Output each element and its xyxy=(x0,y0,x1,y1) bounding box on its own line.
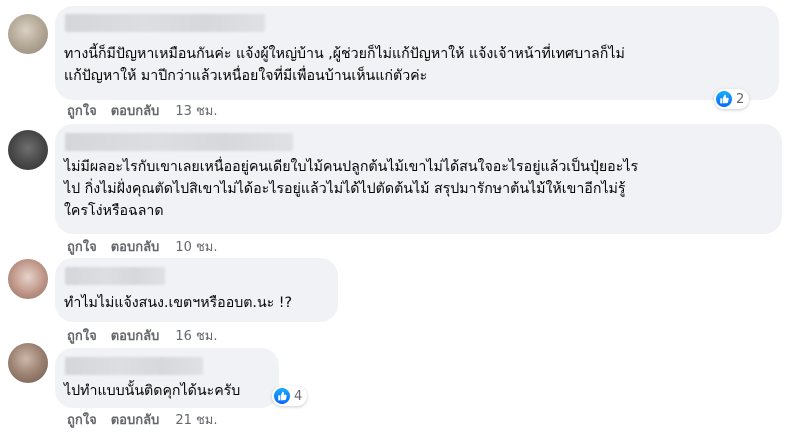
comment-feed: ทางนี้ก็มีปัญหาเหมือนกันค่ะ แจ้งผู้ใหญ่บ… xyxy=(0,0,800,433)
reply-button[interactable]: ตอบกลับ xyxy=(111,409,160,430)
reply-button[interactable]: ตอบกลับ xyxy=(111,100,160,121)
commenter-name-redacted[interactable] xyxy=(65,133,293,151)
reaction-count: 2 xyxy=(736,91,745,107)
comment-text-line: ไปทำแบบนั้นติดคุกได้นะครับ xyxy=(64,383,241,399)
comment-text-line: ไม่มีผลอะไรกับเขาเลยเหนื่ออยู่คนเดียใบไม… xyxy=(64,159,639,175)
commenter-name-redacted[interactable] xyxy=(65,357,203,375)
comment-text-line: ทำไมไม่แจ้งสนง.เขตฯหรืออบต.นะ !? xyxy=(64,295,292,311)
comment-4: ไปทำแบบนั้นติดคุกได้นะครับ 4 ถูกใจ ตอบกลั… xyxy=(0,343,800,433)
comment-2: ไม่มีผลอะไรกับเขาเลยเหนื่ออยู่คนเดียใบไม… xyxy=(0,120,800,260)
avatar[interactable] xyxy=(8,343,48,383)
comment-timestamp[interactable]: 13 ชม. xyxy=(175,100,217,121)
comment-timestamp[interactable]: 21 ชม. xyxy=(175,409,217,430)
comment-bubble: ไปทำแบบนั้นติดคุกได้นะครับ xyxy=(55,348,279,408)
commenter-name-redacted[interactable] xyxy=(65,14,265,32)
avatar[interactable] xyxy=(8,130,48,170)
reaction-counter[interactable]: 2 xyxy=(714,89,750,109)
avatar[interactable] xyxy=(8,14,48,54)
comment-text-line: ทางนี้ก็มีปัญหาเหมือนกันค่ะ แจ้งผู้ใหญ่บ… xyxy=(64,46,625,62)
like-thumb-icon xyxy=(274,388,290,404)
comment-text-line: ไป กิ่งไม่ฝั่งคุณตัดไปสิเขาไม่ได้อะไรอยู… xyxy=(64,181,626,197)
like-button[interactable]: ถูกใจ xyxy=(67,409,97,430)
comment-bubble: ไม่มีผลอะไรกับเขาเลยเหนื่ออยู่คนเดียใบไม… xyxy=(55,124,782,234)
comment-bubble: ทำไมไม่แจ้งสนง.เขตฯหรืออบต.นะ !? xyxy=(55,258,338,322)
reaction-count: 4 xyxy=(294,388,303,404)
like-thumb-icon xyxy=(716,91,732,107)
comment-actions: ถูกใจ ตอบกลับ 21 ชม. xyxy=(67,409,218,430)
comment-text-line: แก้ปัญหาให้ มาปีกว่าแล้วเหนื่อยใจที่มีเพ… xyxy=(64,68,428,84)
avatar[interactable] xyxy=(8,259,48,299)
reaction-counter[interactable]: 4 xyxy=(272,386,308,406)
comment-3: ทำไมไม่แจ้งสนง.เขตฯหรืออบต.นะ !? ถูกใจ ตอ… xyxy=(0,253,800,344)
comment-1: ทางนี้ก็มีปัญหาเหมือนกันค่ะ แจ้งผู้ใหญ่บ… xyxy=(0,0,800,125)
commenter-name-redacted[interactable] xyxy=(65,267,165,285)
comment-text-line: ใครโง่หรือฉลาด xyxy=(64,203,164,219)
like-button[interactable]: ถูกใจ xyxy=(67,100,97,121)
comment-bubble: ทางนี้ก็มีปัญหาเหมือนกันค่ะ แจ้งผู้ใหญ่บ… xyxy=(55,6,779,100)
comment-actions: ถูกใจ ตอบกลับ 13 ชม. xyxy=(67,100,218,121)
